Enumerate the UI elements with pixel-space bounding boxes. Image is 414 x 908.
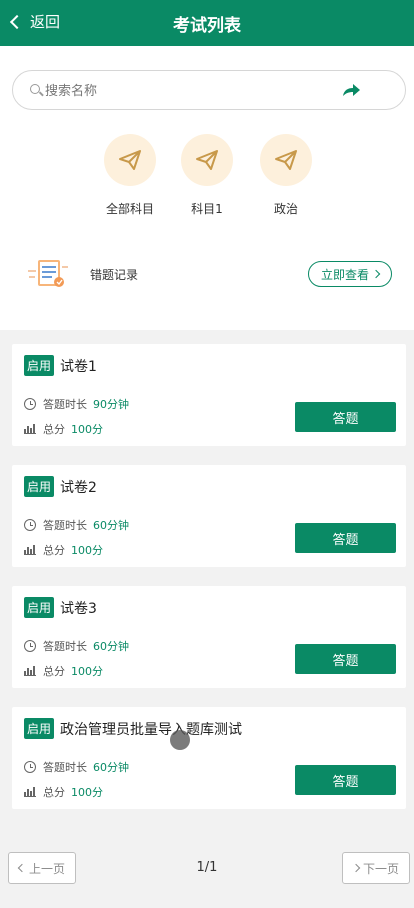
paper-plane-icon bbox=[104, 134, 156, 186]
bar-chart-icon bbox=[24, 666, 36, 676]
score-label: 总分 bbox=[43, 423, 65, 436]
score-value: 100分 bbox=[71, 544, 103, 557]
category-label: 全部科目 bbox=[105, 202, 154, 216]
exam-title: 试卷2 bbox=[60, 479, 97, 496]
status-badge: 启用 bbox=[24, 597, 55, 618]
pagination: 上一页 1/1 下一页 bbox=[0, 852, 414, 884]
score-value: 100分 bbox=[71, 423, 103, 436]
exam-title: 试卷1 bbox=[60, 358, 97, 375]
score-value: 100分 bbox=[71, 665, 103, 678]
touch-indicator bbox=[170, 730, 190, 750]
answer-button[interactable]: 答题 bbox=[295, 765, 396, 795]
category-item-politics[interactable]: 政治 bbox=[250, 134, 322, 217]
next-page-button[interactable]: 下一页 bbox=[342, 852, 410, 884]
paper-plane-icon bbox=[260, 134, 312, 186]
view-now-button[interactable]: 立即查看 bbox=[308, 261, 392, 287]
score-label: 总分 bbox=[43, 544, 65, 557]
clock-icon bbox=[24, 398, 36, 410]
score-value: 100分 bbox=[71, 786, 103, 799]
bar-chart-icon bbox=[24, 424, 36, 434]
bar-chart-icon bbox=[24, 545, 36, 555]
bar-chart-icon bbox=[24, 787, 36, 797]
answer-button[interactable]: 答题 bbox=[295, 523, 396, 553]
chevron-right-icon bbox=[351, 863, 361, 873]
exam-title: 试卷3 bbox=[60, 600, 97, 617]
clock-icon bbox=[24, 761, 36, 773]
page-title: 考试列表 bbox=[173, 16, 241, 36]
wrong-record-row: 错题记录 立即查看 bbox=[0, 252, 414, 302]
search-input[interactable] bbox=[45, 79, 325, 103]
duration-value: 60分钟 bbox=[93, 519, 129, 532]
score-label: 总分 bbox=[43, 786, 65, 799]
duration-label: 答题时长 bbox=[43, 519, 87, 532]
duration-label: 答题时长 bbox=[43, 761, 87, 774]
score-label: 总分 bbox=[43, 665, 65, 678]
duration-value: 60分钟 bbox=[93, 761, 129, 774]
wrong-record-label: 错题记录 bbox=[90, 268, 139, 282]
category-label: 政治 bbox=[273, 202, 298, 216]
view-now-label: 立即查看 bbox=[320, 267, 369, 282]
status-badge: 启用 bbox=[24, 476, 55, 497]
answer-button[interactable]: 答题 bbox=[295, 402, 396, 432]
search-bar bbox=[12, 70, 406, 110]
search-icon bbox=[30, 84, 40, 94]
duration-value: 60分钟 bbox=[93, 640, 129, 653]
document-record-icon bbox=[28, 260, 68, 287]
exam-title: 政治管理员批量导入题库测试 bbox=[60, 721, 243, 738]
duration-label: 答题时长 bbox=[43, 398, 87, 411]
exam-card: 启用 试卷1 答题时长 90分钟 总分 100分 答题 bbox=[12, 344, 406, 446]
chevron-right-icon bbox=[371, 269, 381, 279]
exam-card: 启用 政治管理员批量导入题库测试 答题时长 60分钟 总分 100分 答题 bbox=[12, 707, 406, 809]
duration-value: 90分钟 bbox=[93, 398, 129, 411]
exam-card: 启用 试卷3 答题时长 60分钟 总分 100分 答题 bbox=[12, 586, 406, 688]
clock-icon bbox=[24, 519, 36, 531]
duration-label: 答题时长 bbox=[43, 640, 87, 653]
arrow-share-icon[interactable] bbox=[341, 83, 361, 99]
category-item-all[interactable]: 全部科目 bbox=[94, 134, 166, 217]
exam-card: 启用 试卷2 答题时长 60分钟 总分 100分 答题 bbox=[12, 465, 406, 567]
filter-panel: 全部科目 科目1 政治 错题记录 bbox=[0, 46, 414, 330]
clock-icon bbox=[24, 640, 36, 652]
status-badge: 启用 bbox=[24, 355, 55, 376]
paper-plane-icon bbox=[181, 134, 233, 186]
category-item-subject1[interactable]: 科目1 bbox=[171, 134, 243, 217]
status-badge: 启用 bbox=[24, 718, 55, 739]
top-bar: 返回 考试列表 bbox=[0, 0, 414, 46]
next-page-label: 下一页 bbox=[362, 861, 399, 876]
answer-button[interactable]: 答题 bbox=[295, 644, 396, 674]
category-label: 科目1 bbox=[191, 202, 223, 216]
